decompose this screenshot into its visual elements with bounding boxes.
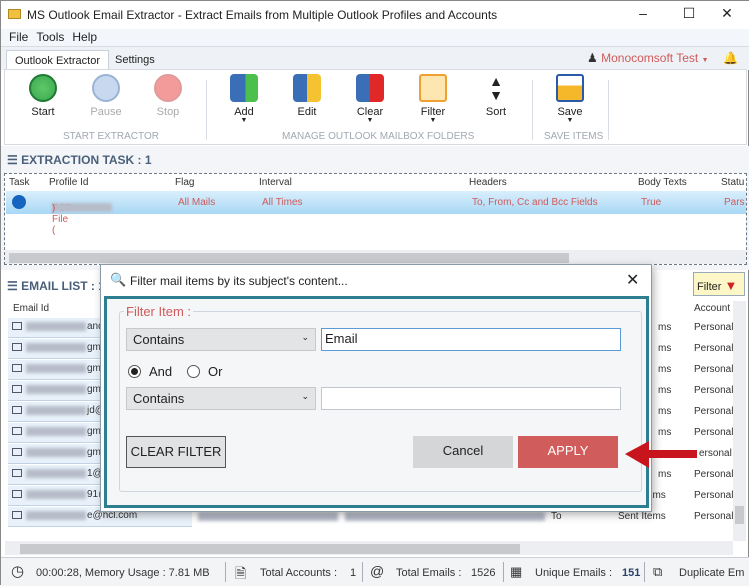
file-icon: 🗎 (235, 565, 247, 581)
dialog-title: Filter mail items by its subject's conte… (130, 274, 348, 288)
apply-button[interactable]: APPLY (518, 436, 618, 468)
chevron-down-icon: ⌄ (301, 391, 309, 401)
filter-mail-icon (419, 74, 447, 102)
user-menu[interactable]: ♟ Monocomsoft Test ▼ (587, 51, 709, 65)
email-icon (12, 364, 22, 373)
menu-help[interactable]: Help (72, 30, 97, 44)
email-icon (12, 490, 22, 499)
list-icon: ☰ (7, 153, 18, 167)
value-1-input[interactable]: Email (321, 328, 621, 351)
dialog-close-button[interactable]: ✕ (626, 270, 639, 290)
tab-bar: Outlook Extractor Settings ♟ Monocomsoft… (1, 46, 749, 71)
group-start-extractor: START EXTRACTOR (63, 131, 159, 142)
list-icon: ☰ (7, 279, 18, 293)
or-label[interactable]: Or (208, 364, 222, 379)
value-2-input[interactable] (321, 387, 621, 410)
funnel-icon: ▼ (724, 278, 738, 293)
at-icon: @ (370, 563, 385, 579)
extraction-task-title: ☰ EXTRACTION TASK : 1 (7, 153, 152, 167)
unique-icon: ▦ (510, 564, 523, 579)
sort-button[interactable]: ▲ ▼ Sort (471, 74, 521, 118)
group-save-items: SAVE ITEMS (544, 131, 604, 142)
email-icon (12, 343, 22, 352)
outlook-icon (12, 195, 26, 209)
email-filter-button[interactable]: Filter ▼ (693, 272, 745, 296)
menu-file[interactable]: File (9, 30, 28, 44)
play-icon (29, 74, 57, 102)
save-button[interactable]: Save ▼ (545, 74, 595, 124)
column-email-id[interactable]: Email Id (13, 303, 49, 314)
sort-icon: ▲ ▼ (489, 73, 503, 103)
task-horizontal-scrollbar[interactable] (5, 250, 746, 264)
filter-dialog: 🔍 Filter mail items by its subject's con… (100, 264, 652, 512)
maximize-button[interactable]: ☐ (679, 5, 699, 22)
email-list-title: ☰ EMAIL LIST : 15 (7, 279, 112, 293)
or-radio[interactable] (187, 365, 200, 378)
app-icon (8, 9, 21, 19)
save-icon (556, 74, 584, 102)
email-icon (12, 469, 22, 478)
start-button[interactable]: Start (18, 74, 68, 118)
group-manage-folders: MANAGE OUTLOOK MAILBOX FOLDERS (282, 131, 475, 142)
status-bar: ◷ 00:00:28, Memory Usage : 7.81 MB 🗎 Tot… (1, 557, 749, 586)
add-user-icon (230, 74, 258, 102)
close-button[interactable]: ✕ (717, 5, 737, 22)
clear-user-icon (356, 74, 384, 102)
pause-icon (92, 74, 120, 102)
add-button[interactable]: Add ▼ (219, 74, 269, 124)
chevron-down-icon: ⌄ (301, 332, 309, 342)
stop-button[interactable]: Stop (143, 74, 193, 118)
ribbon: Start Pause Stop Add ▼ Edit Clear ▼ Filter… (4, 69, 747, 145)
user-name: Monocomsoft Test (601, 51, 699, 65)
title-bar: MS Outlook Email Extractor - Extract Ema… (1, 1, 749, 29)
stop-icon (154, 74, 182, 102)
condition-1-select[interactable]: Contains ⌄ (126, 328, 316, 351)
minimize-button[interactable]: – (633, 5, 653, 21)
filter-mail-icon: 🔍 (110, 272, 127, 287)
task-row[interactable]: PST File ( ) All Mails All Times To, Fro… (6, 191, 746, 236)
tab-settings[interactable]: Settings (107, 50, 163, 71)
and-label[interactable]: And (149, 364, 172, 379)
clock-icon: ◷ (11, 563, 25, 580)
filter-item-legend: Filter Item : (124, 304, 194, 319)
menu-tools[interactable]: Tools (36, 30, 64, 44)
email-icon (12, 406, 22, 415)
condition-2-select[interactable]: Contains ⌄ (126, 387, 316, 410)
arrow-annotation (625, 441, 697, 468)
and-radio[interactable] (128, 365, 141, 378)
cancel-button[interactable]: Cancel (413, 436, 513, 468)
tab-outlook-extractor[interactable]: Outlook Extractor (6, 50, 109, 71)
email-vertical-scrollbar[interactable] (733, 301, 746, 541)
window-title: MS Outlook Email Extractor - Extract Ema… (27, 8, 498, 22)
column-account[interactable]: Account (694, 303, 730, 314)
edit-button[interactable]: Edit (282, 74, 332, 118)
clear-filter-button[interactable]: CLEAR FILTER (126, 436, 226, 468)
duplicate-icon: ⧉ (653, 564, 663, 579)
notification-bell-icon[interactable]: 🔔 (723, 51, 738, 65)
email-icon (12, 448, 22, 457)
user-icon: ♟ (587, 51, 598, 65)
email-icon (12, 385, 22, 394)
email-icon (12, 511, 22, 520)
email-icon (12, 322, 22, 331)
email-icon (12, 427, 22, 436)
filter-button[interactable]: Filter ▼ (408, 74, 458, 124)
filter-item-group: Filter Item : Contains ⌄ Email And Or Con… (119, 304, 642, 492)
email-horizontal-scrollbar[interactable] (5, 541, 733, 555)
edit-user-icon (293, 74, 321, 102)
clear-button[interactable]: Clear ▼ (345, 74, 395, 124)
menu-bar: File Tools Help (1, 29, 749, 46)
pause-button[interactable]: Pause (81, 74, 131, 118)
